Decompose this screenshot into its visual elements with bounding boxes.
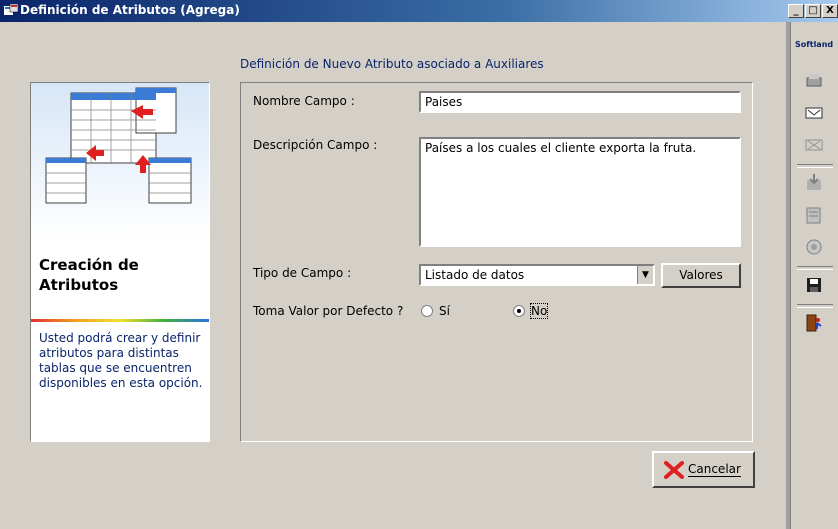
form-caption: Definición de Nuevo Atributo asociado a … [240,57,544,71]
softland-logo: Softland [795,40,834,49]
tipo-campo-select[interactable]: Listado de datos ▼ [419,264,655,286]
descripcion-campo-label: Descripción Campo : [253,138,378,152]
minimize-button[interactable]: _ [788,4,804,18]
sidebar-heading: Creación de Atributos [39,256,139,294]
nombre-campo-label: Nombre Campo : [253,94,355,108]
cancel-button-label: Cancelar [688,462,741,476]
tipo-campo-value: Listado de datos [425,268,525,282]
close-icon [664,461,684,479]
print-icon[interactable] [803,70,825,92]
tipo-campo-label: Tipo de Campo : [253,266,352,280]
descripcion-campo-textarea[interactable]: Países a los cuales el cliente exporta l… [419,137,741,247]
edit-icon[interactable] [803,204,825,226]
valores-button[interactable]: Valores [661,263,741,288]
exit-icon[interactable] [803,312,825,334]
window-title: Definición de Atributos (Agrega) [20,3,240,17]
rainbow-divider [31,319,209,322]
nombre-campo-input[interactable]: Paises [419,91,741,113]
import-icon[interactable] [803,172,825,194]
delete-icon[interactable] [803,134,825,156]
maximize-button[interactable]: □ [805,4,821,18]
form-panel: Nombre Campo : Paises Descripción Campo … [240,82,753,442]
close-button[interactable]: X [822,4,838,18]
tables-icon [45,87,192,204]
chevron-down-icon[interactable]: ▼ [637,266,653,284]
approve-icon[interactable] [803,102,825,124]
save-icon[interactable] [803,274,825,296]
si-radio[interactable] [421,305,433,317]
cancel-button[interactable]: Cancelar [652,451,755,488]
app-icon [4,4,18,15]
sidebar-description: Usted podrá crear y definir atributos pa… [39,331,203,390]
info-sidebar: Creación de Atributos Usted podrá crear … [30,82,210,442]
valor-defecto-label: Toma Valor por Defecto ? [253,304,404,318]
window-titlebar: Definición de Atributos (Agrega) _ □ X [0,0,838,22]
no-radio-label: No [529,303,549,319]
tables-illustration [31,83,209,238]
copy-icon[interactable] [803,236,825,258]
si-radio-label: Sí [439,304,450,318]
side-toolbar: Softland [790,22,838,529]
no-radio[interactable] [513,305,525,317]
